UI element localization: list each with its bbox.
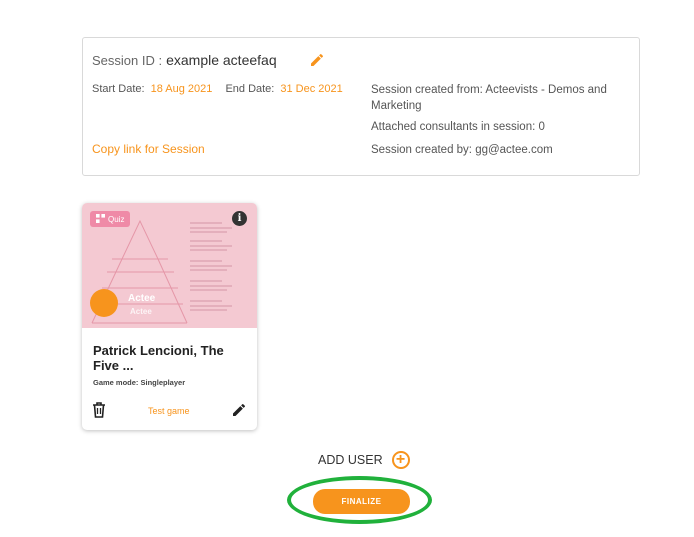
session-id-label: Session ID : — [92, 53, 163, 68]
start-date-label: Start Date: — [92, 83, 145, 95]
quiz-icon — [96, 213, 105, 225]
session-id-value: example acteefaq — [166, 52, 277, 68]
start-date-value: 18 Aug 2021 — [150, 83, 213, 95]
logo-subtext: Actee — [130, 307, 152, 316]
edit-session-icon[interactable] — [309, 52, 325, 68]
quiz-badge: Quiz — [90, 211, 131, 227]
game-thumbnail: Quiz i Actee Actee — [82, 203, 257, 328]
edit-icon[interactable] — [231, 402, 247, 418]
copy-link-button[interactable]: Copy link for Session — [92, 142, 205, 156]
add-user-button[interactable]: ADD USER + — [318, 451, 410, 469]
session-created-from: Session created from: Acteevists - Demos… — [371, 84, 607, 112]
trash-icon[interactable] — [92, 402, 106, 418]
game-mode: Game mode: Singleplayer — [93, 378, 186, 387]
session-dates: Start Date: 18 Aug 2021 End Date: 31 Dec 2… — [92, 83, 353, 95]
session-created-by: Session created by: gg@actee.com — [371, 144, 553, 156]
session-card: Session ID : example acteefaq Start Date:… — [82, 37, 640, 176]
plus-circle-icon[interactable]: + — [391, 451, 410, 469]
quiz-label: Quiz — [108, 214, 125, 224]
game-title: Patrick Lencioni, The Five ... — [93, 343, 224, 373]
logo-text: Actee — [128, 293, 156, 304]
game-card[interactable]: Quiz i Actee Actee Patrick Lencioni, The… — [82, 203, 257, 430]
end-date-value: 31 Dec 2021 — [280, 83, 343, 95]
session-id-row: Session ID : example acteefaq — [92, 52, 277, 68]
add-user-label: ADD USER — [318, 453, 383, 467]
end-date-label: End Date: — [225, 83, 275, 95]
info-icon[interactable]: i — [232, 211, 247, 226]
test-game-button[interactable]: Test game — [148, 406, 190, 416]
actee-logo — [90, 289, 118, 317]
finalize-button[interactable]: FINALIZE — [313, 489, 410, 514]
attached-consultants: Attached consultants in session: 0 — [371, 121, 545, 133]
